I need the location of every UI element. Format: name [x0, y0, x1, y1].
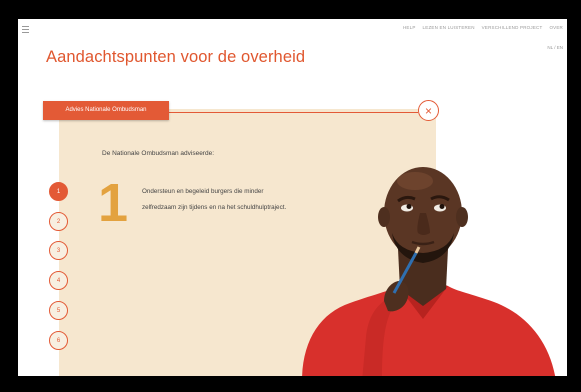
step-button-2[interactable]: 2	[49, 212, 68, 231]
thinking-man-photo	[302, 167, 556, 376]
page-title: Aandachtspunten voor de overheid	[46, 48, 306, 66]
hamburger-menu-icon[interactable]	[22, 26, 29, 33]
step-button-4[interactable]: 4	[49, 271, 68, 290]
panel-divider	[168, 112, 418, 113]
recommendation-number: 1	[98, 173, 129, 233]
close-icon: ×	[424, 103, 432, 118]
close-button[interactable]: ×	[418, 100, 439, 121]
step-button-6[interactable]: 6	[49, 331, 68, 350]
step-button-1[interactable]: 1	[49, 182, 68, 201]
app-window: HELP LEZEN EN LUISTEREN VERSCHILLEND PRO…	[18, 19, 567, 376]
step-button-5[interactable]: 5	[49, 301, 68, 320]
nav-item-help[interactable]: HELP	[403, 25, 416, 30]
nav-item-read-listen[interactable]: LEZEN EN LUISTEREN	[423, 25, 475, 30]
tab-advice[interactable]: Advies Nationale Ombudsman	[43, 101, 169, 120]
recommendation-text: Ondersteun en begeleid burgers die minde…	[142, 188, 287, 211]
step-button-3[interactable]: 3	[49, 241, 68, 260]
nav-item-about[interactable]: OVER	[549, 25, 563, 30]
language-switch[interactable]: NL / EN	[547, 45, 563, 50]
nav-item-project[interactable]: VERSCHILLEND PROJECT	[482, 25, 543, 30]
top-navigation: HELP LEZEN EN LUISTEREN VERSCHILLEND PRO…	[403, 25, 563, 30]
intro-text: De Nationale Ombudsman adviseerde:	[102, 150, 215, 157]
